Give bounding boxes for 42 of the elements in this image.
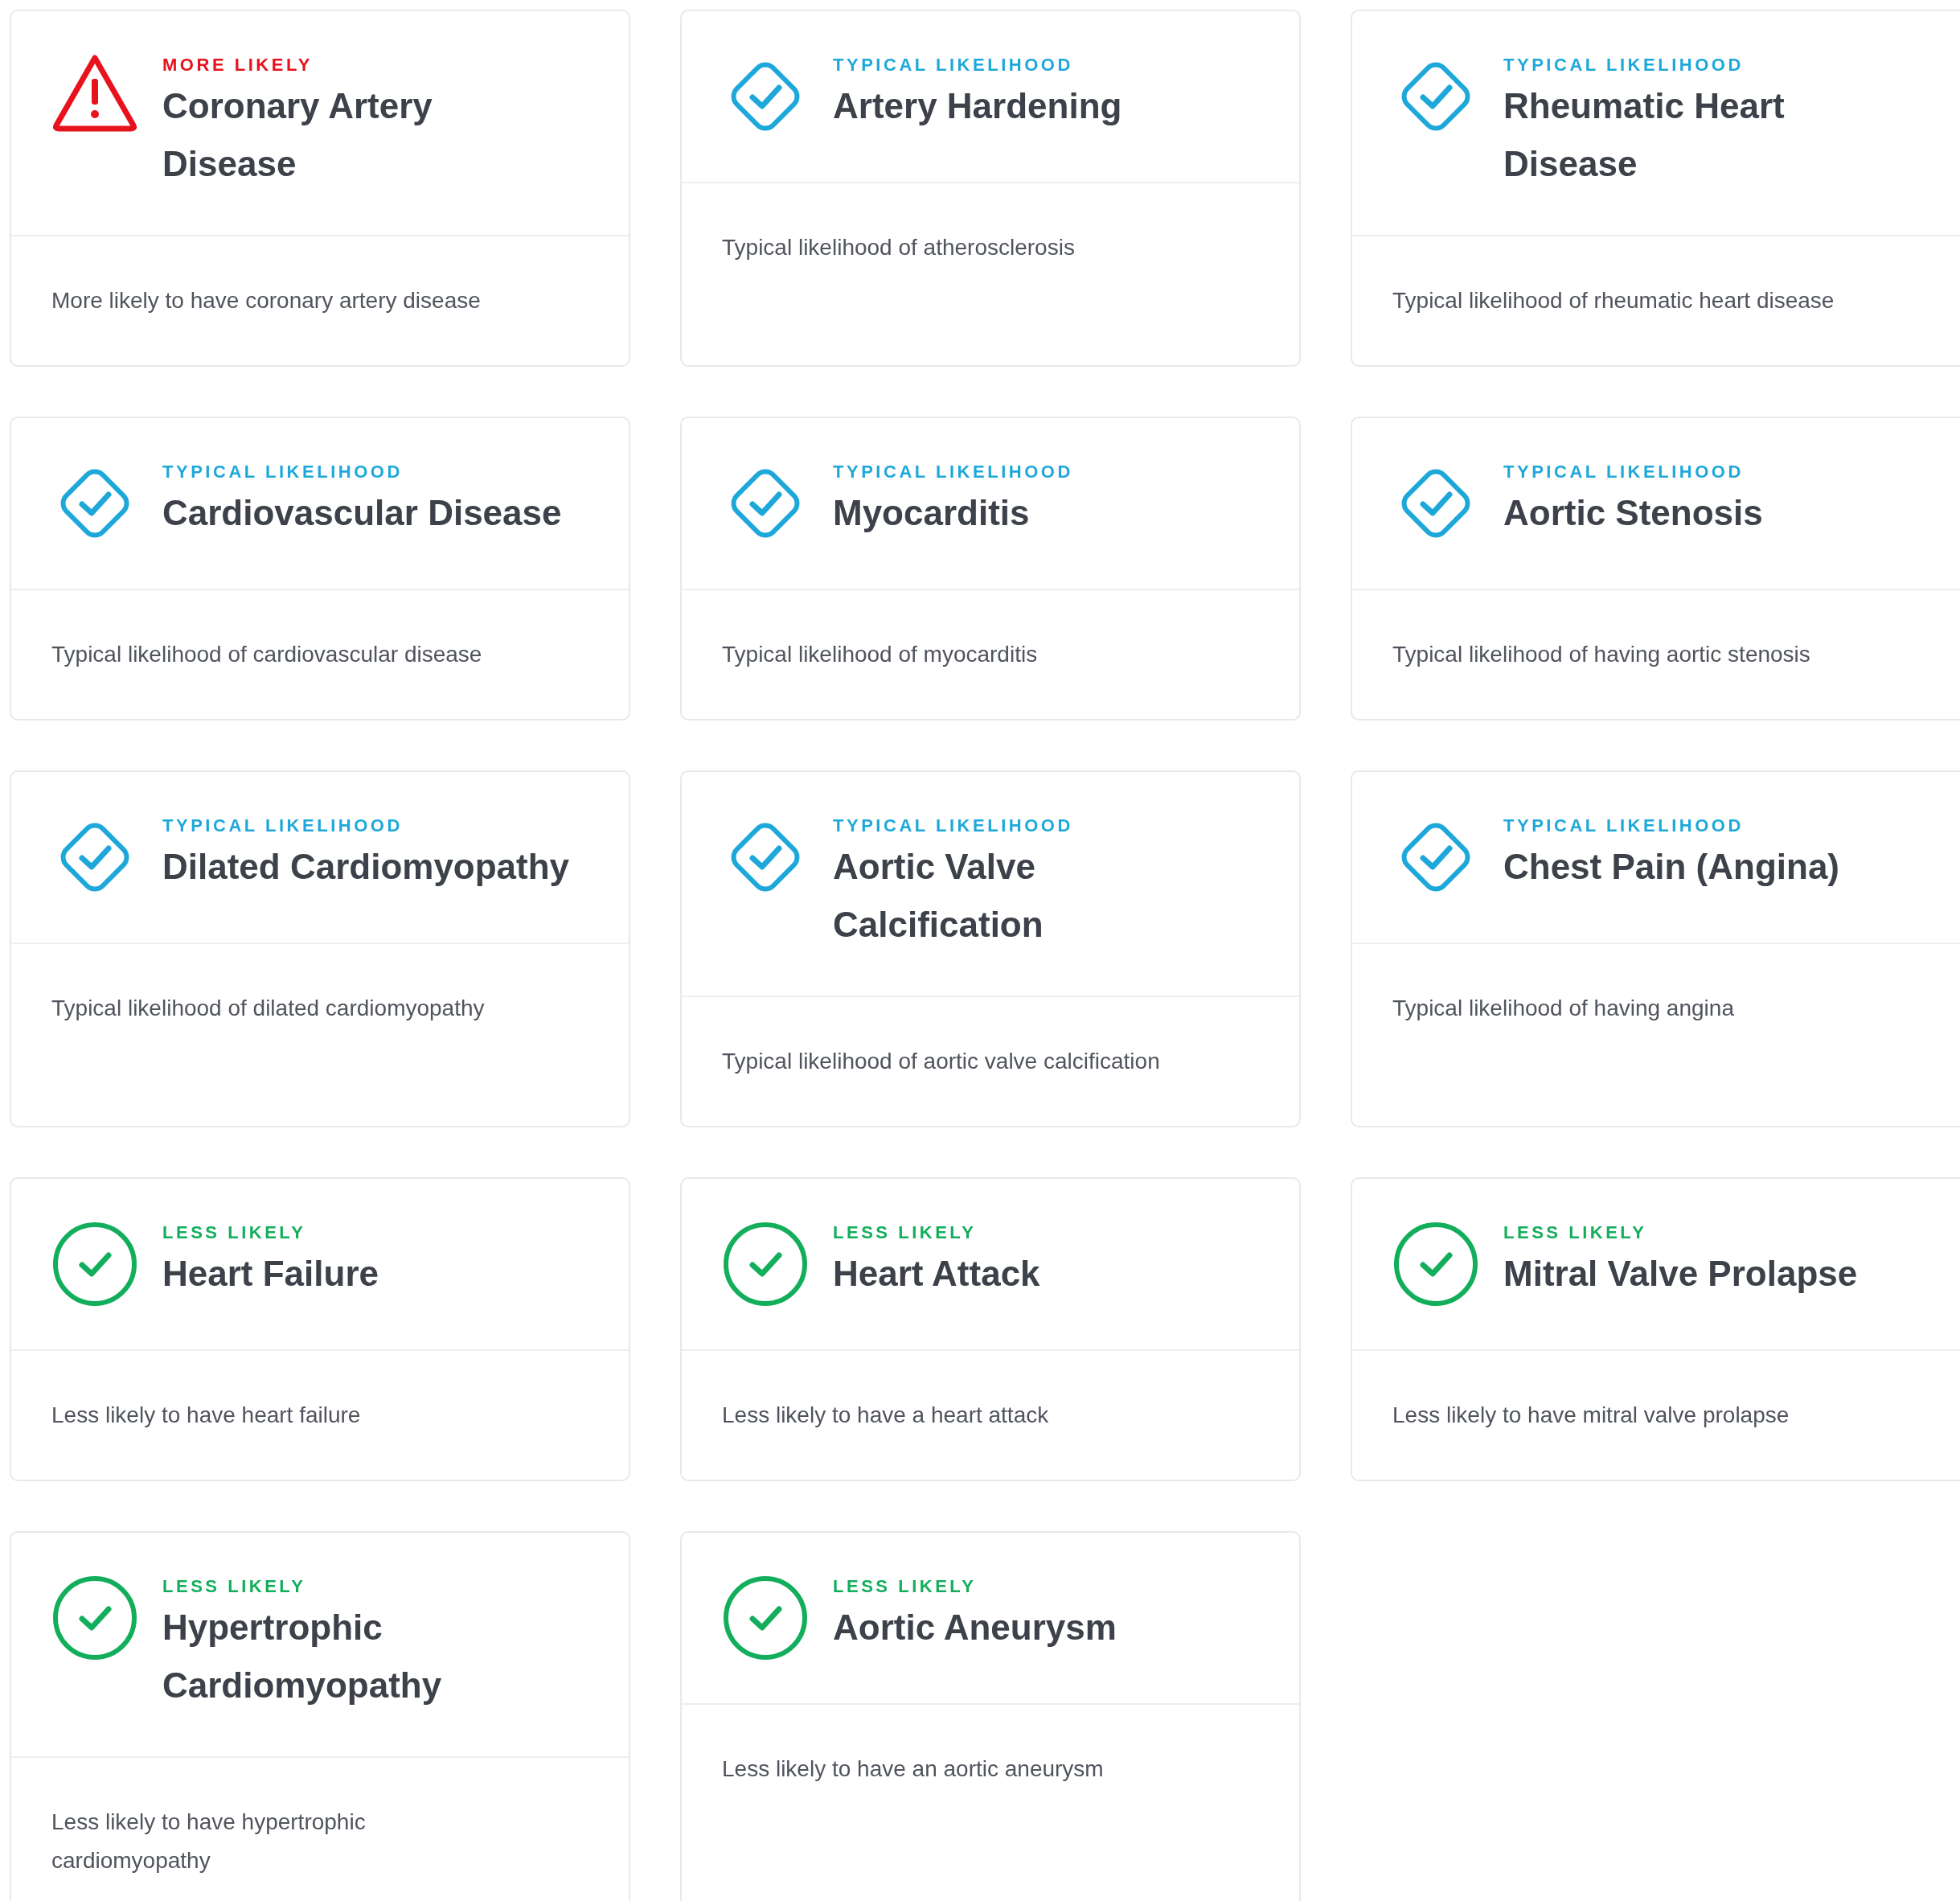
- condition-description: Typical likelihood of myocarditis: [722, 641, 1039, 668]
- likelihood-label: TYPICAL LIKELIHOOD: [162, 815, 404, 837]
- condition-title: Artery Hardening: [833, 85, 1122, 127]
- condition-title: Aortic Stenosis: [1503, 492, 1763, 534]
- condition-title: Rheumatic Heart Disease: [1503, 85, 1785, 185]
- condition-description: More likely to have coronary artery disease: [51, 287, 482, 314]
- likelihood-label: TYPICAL LIKELIHOOD: [1503, 461, 1745, 483]
- likelihood-label: TYPICAL LIKELIHOOD: [162, 461, 404, 483]
- condition-description: Typical likelihood of having angina: [1392, 995, 1735, 1022]
- condition-description: Typical likelihood of atherosclerosis: [722, 234, 1076, 261]
- condition-title: Heart Attack: [833, 1253, 1040, 1295]
- condition-description: Less likely to have an aortic aneurysm: [722, 1755, 1105, 1783]
- condition-title: Mitral Valve Prolapse: [1503, 1253, 1858, 1295]
- condition-title: Coronary Artery Disease: [162, 85, 433, 185]
- condition-description: Less likely to have mitral valve prolapse: [1392, 1402, 1790, 1429]
- likelihood-label: TYPICAL LIKELIHOOD: [833, 461, 1073, 483]
- condition-description: Typical likelihood of dilated cardiomyopathy: [51, 995, 486, 1022]
- condition-description: Typical likelihood of aortic valve calcification: [722, 1048, 1161, 1075]
- condition-description: Less likely to have hypertrophic cardiomyopathy: [51, 1809, 367, 1874]
- condition-title: Aortic Aneurysm: [833, 1607, 1117, 1648]
- condition-description: Less likely to have a heart attack: [722, 1402, 1050, 1429]
- likelihood-label: LESS LIKELY: [1503, 1221, 1648, 1244]
- condition-title: Dilated Cardiomyopathy: [162, 846, 570, 888]
- condition-description: Typical likelihood of cardiovascular disease: [51, 641, 483, 668]
- likelihood-label: MORE LIKELY: [162, 54, 314, 76]
- condition-description: Less likely to have heart failure: [51, 1402, 362, 1429]
- condition-title: Cardiovascular Disease: [162, 492, 562, 534]
- likelihood-label: TYPICAL LIKELIHOOD: [833, 54, 1074, 76]
- likelihood-label: LESS LIKELY: [162, 1575, 307, 1598]
- condition-title: Aortic Valve Calcification: [833, 846, 1044, 946]
- likelihood-label: LESS LIKELY: [833, 1221, 978, 1244]
- likelihood-label: LESS LIKELY: [162, 1221, 307, 1244]
- condition-title: Heart Failure: [162, 1253, 379, 1295]
- condition-description: Typical likelihood of having aortic stenosis: [1392, 641, 1811, 668]
- likelihood-label: TYPICAL LIKELIHOOD: [833, 815, 1073, 837]
- likelihood-label: TYPICAL LIKELIHOOD: [1503, 54, 1745, 76]
- condition-title: Hypertrophic Cardiomyopathy: [162, 1607, 442, 1706]
- condition-description: Typical likelihood of rheumatic heart disease: [1392, 287, 1835, 314]
- likelihood-label: TYPICAL LIKELIHOOD: [1503, 815, 1745, 837]
- condition-title: Chest Pain (Angina): [1503, 846, 1840, 888]
- condition-title: Myocarditis: [833, 492, 1031, 534]
- likelihood-label: LESS LIKELY: [833, 1575, 978, 1598]
